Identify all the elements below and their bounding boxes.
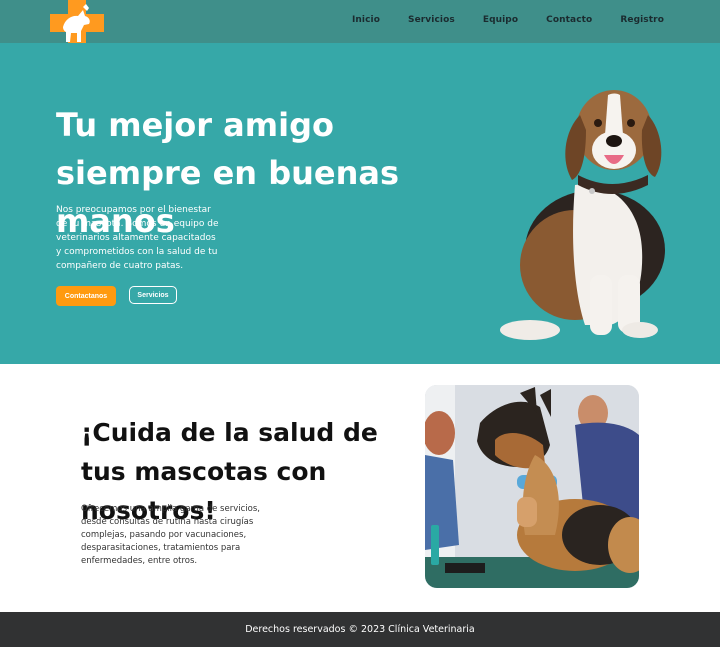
copyright-text: Derechos reservados © 2023 Clínica Veter… [245, 624, 475, 635]
contact-button[interactable]: Contactanos [56, 286, 116, 306]
care-description: Ofrecemos una amplia gama de servicios, … [81, 504, 260, 566]
hero-description: Nos preocupamos por el bienestar de tu m… [56, 205, 219, 271]
hero-section: Tu mejor amigo siempre en buenas manos N… [0, 43, 720, 364]
vet-with-german-shepherd-image [425, 385, 639, 588]
beagle-dog-image [500, 90, 665, 340]
services-button[interactable]: Servicios [129, 286, 177, 304]
main-nav: Inicio Servicios Equipo Contacto Registr… [352, 15, 664, 25]
nav-registro[interactable]: Registro [620, 15, 664, 25]
site-footer: Derechos reservados © 2023 Clínica Veter… [0, 612, 720, 647]
nav-contacto[interactable]: Contacto [546, 15, 592, 25]
nav-servicios[interactable]: Servicios [408, 15, 455, 25]
site-header: Inicio Servicios Equipo Contacto Registr… [0, 0, 720, 46]
nav-inicio[interactable]: Inicio [352, 15, 380, 25]
pet-cross-logo-icon[interactable] [50, 0, 104, 46]
nav-equipo[interactable]: Equipo [483, 15, 518, 25]
